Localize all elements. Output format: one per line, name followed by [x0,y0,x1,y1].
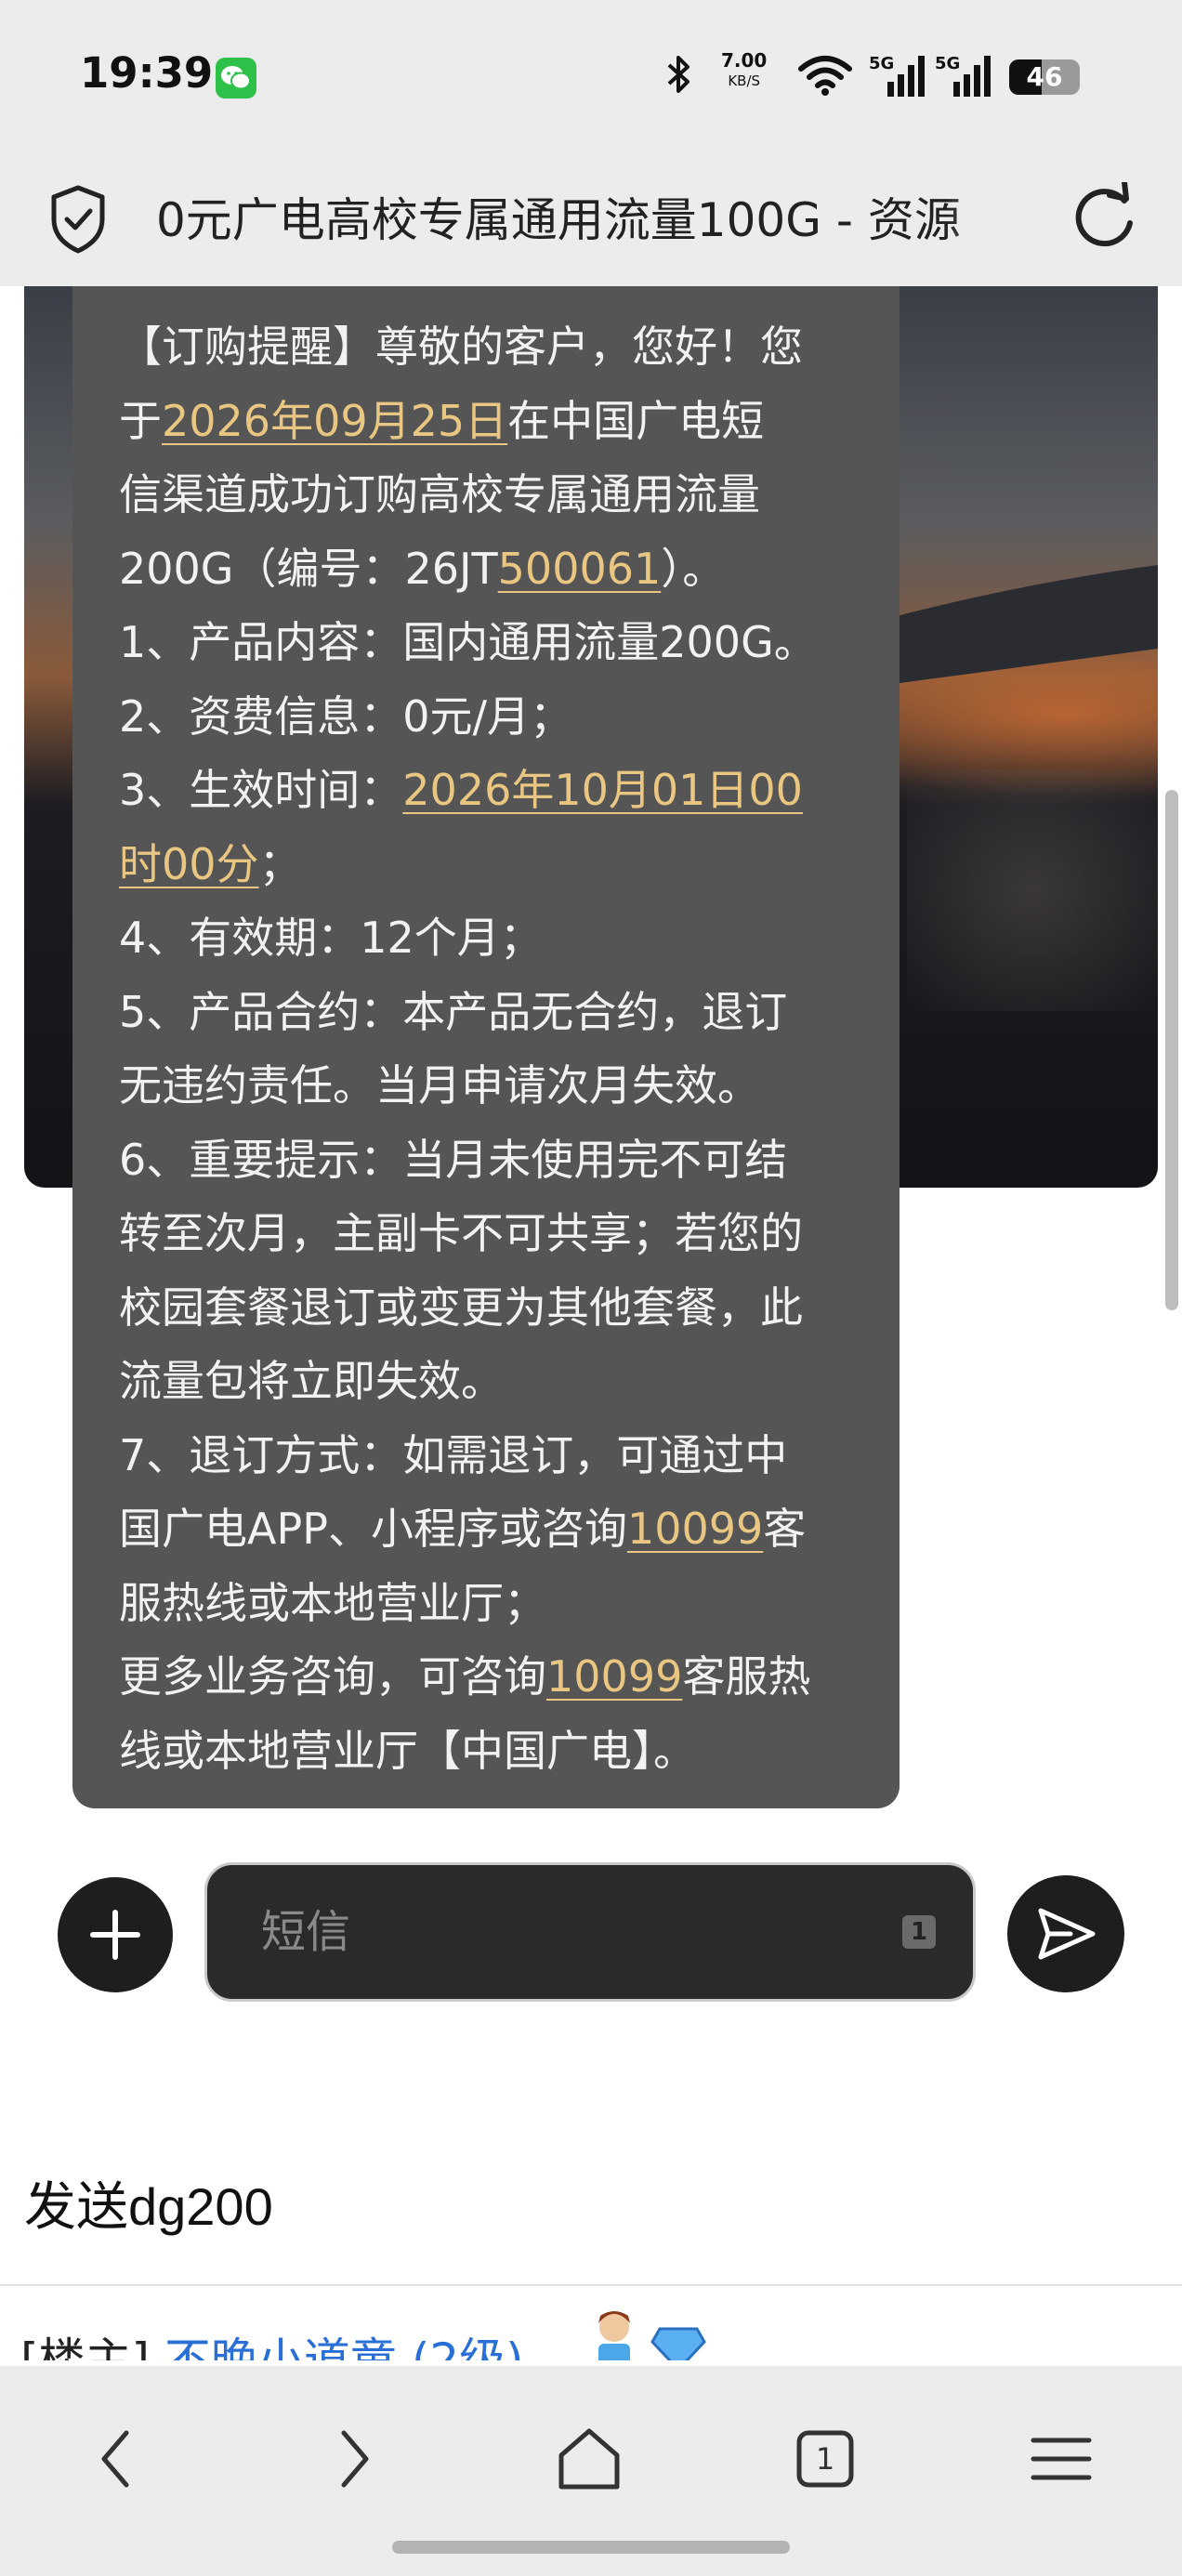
sim-badge[interactable]: 1 [902,1915,936,1949]
sms-text: 流量包将立即失效。 [119,1356,504,1406]
sms-line: 时00分； [119,828,872,902]
sms-line: 服热线或本地营业厅； [119,1567,872,1641]
sms-text: 5、产品合约：本产品无合约，退订 [119,986,788,1037]
sms-line: 无违约责任。当月申请次月失效。 [119,1049,872,1124]
sms-text: 客服热 [682,1651,811,1702]
airplane-wing [879,565,1158,686]
forward-icon[interactable] [307,2412,400,2505]
sms-text: 转至次月，主副卡不可共享；若您的 [119,1208,803,1258]
sms-line: 【订购提醒】尊敬的客户，您好！您 [119,310,872,385]
city-lights [907,769,1158,1011]
sms-text: 国广电APP、小程序或咨询 [119,1504,627,1554]
sms-line: 200G（编号：26JT500061）。 [119,532,872,607]
address-bar: 0元广电高校专属通用流量100G - 资源 [0,154,1182,286]
sms-text: 7、退订方式：如需退订，可通过中 [119,1429,788,1480]
reply-username[interactable]: 不晚小道童 [164,2333,397,2360]
sms-link[interactable]: 时00分 [119,839,259,889]
sms-line: 转至次月，主副卡不可共享；若您的 [119,1197,872,1271]
network-speed-value: 7.00 [721,49,768,72]
sms-link[interactable]: 2026年10月01日00 [402,765,803,815]
sms-line: 5、产品合约：本产品无合约，退订 [119,976,872,1050]
tabs-icon[interactable]: 1 [779,2412,872,2505]
signal-icon: 5G [935,52,992,102]
sms-text: ； [258,838,302,889]
sms-text: 更多业务咨询，可咨询 [119,1651,546,1702]
sms-line: 于2026年09月25日在中国广电短 [119,385,872,459]
sms-line: 国广电APP、小程序或咨询10099客 [119,1492,872,1567]
menu-icon[interactable] [1015,2412,1108,2505]
diamond-icon [650,2327,706,2360]
sms-line: 7、退订方式：如需退订，可通过中 [119,1419,872,1493]
reply-level: (2级) [411,2333,524,2360]
sms-line: 线或本地营业厅【中国广电】。 [119,1715,872,1789]
page-title[interactable]: 0元广电高校专属通用流量100G - 资源 [156,154,1030,286]
scrollbar[interactable] [1165,790,1178,1310]
sms-line: 1、产品内容：国内通用流量200G。 [119,606,872,680]
post-body-text: 发送dg200 [24,2177,273,2236]
network-speed: 7.00 KB/S [721,50,767,91]
reply-header: [楼主] 不晚小道童 (2级) [0,2284,1182,2360]
sms-text: 无违约责任。当月申请次月失效。 [119,1060,760,1111]
sms-text: 3、生效时间： [119,765,403,815]
sms-link[interactable]: 10099 [546,1651,682,1702]
sms-text: 线或本地营业厅【中国广电】。 [119,1725,696,1776]
home-indicator[interactable] [392,2541,790,2554]
sms-line: 6、重要提示：当月未使用完不可结 [119,1124,872,1198]
sms-text: 【订购提醒】尊敬的客户，您好！您 [119,322,803,372]
title-fade [948,154,1031,286]
refresh-icon[interactable] [1069,179,1139,260]
status-bar: 19:39 7.00 KB/S 5G 5G 46 [0,0,1182,154]
shield-check-icon[interactable] [48,184,108,258]
reply-author-line: [楼主] 不晚小道童 (2级) [20,2323,524,2360]
sms-text: 200G（编号：26JT [119,543,498,594]
sms-text: 信渠道成功订购高校专属通用流量 [119,469,760,519]
avatar[interactable] [587,2307,641,2360]
sms-text: 于 [119,395,162,446]
sms-text: 校园套餐退订或变更为其他套餐，此 [119,1281,803,1333]
sms-link[interactable]: 500061 [498,544,662,594]
sms-input-placeholder: 短信 [261,1906,351,1958]
sms-bubble: 【订购提醒】尊敬的客户，您好！您 于2026年09月25日在中国广电短 信渠道成功订… [72,286,900,1808]
battery-level: 46 [1026,61,1063,92]
sms-text: 客 [763,1504,807,1554]
reply-prefix: [楼主] [20,2333,151,2360]
sms-line: 3、生效时间：2026年10月01日00 [119,754,872,828]
sms-text: 2、资费信息：0元/月； [119,690,573,742]
sms-text: 4、有效期：12个月； [119,913,543,963]
sms-link[interactable]: 10099 [627,1504,763,1554]
home-icon[interactable] [543,2412,636,2505]
signal-2-label: 5G [935,54,960,73]
wechat-icon [216,58,256,99]
battery-icon: 46 [1009,59,1080,95]
sms-line: 4、有效期：12个月； [119,901,872,976]
status-time: 19:39 [80,48,214,98]
sms-text: 6、重要提示：当月未使用完不可结 [119,1134,788,1185]
sms-line: 流量包将立即失效。 [119,1345,872,1419]
send-icon [1038,1908,1096,1960]
sms-line: 信渠道成功订购高校专属通用流量 [119,458,872,532]
bottom-nav: 1 [0,2366,1182,2576]
send-button[interactable] [1007,1875,1124,1992]
wifi-icon [797,54,853,100]
signal-icon: 5G [869,52,926,102]
sms-line: 更多业务咨询，可咨询10099客服热 [119,1640,872,1715]
network-speed-unit: KB/S [728,72,761,89]
sms-input[interactable]: 短信 1 [204,1862,976,2002]
plus-icon [90,1910,140,1960]
add-attachment-button[interactable] [58,1877,173,1992]
sms-line: 校园套餐退订或变更为其他套餐，此 [119,1271,872,1346]
bluetooth-icon [665,52,693,100]
sms-link[interactable]: 2026年09月25日 [162,396,507,446]
back-icon[interactable] [71,2412,164,2505]
sms-text: 服热线或本地营业厅； [119,1577,546,1628]
sms-line: 2、资费信息：0元/月； [119,680,872,755]
sms-text: ）。 [661,543,726,594]
signal-1-label: 5G [869,54,894,73]
tab-count: 1 [815,2441,835,2477]
sms-text: 1、产品内容：国内通用流量200G。 [119,617,817,667]
sms-text: 在中国广电短 [507,395,765,446]
